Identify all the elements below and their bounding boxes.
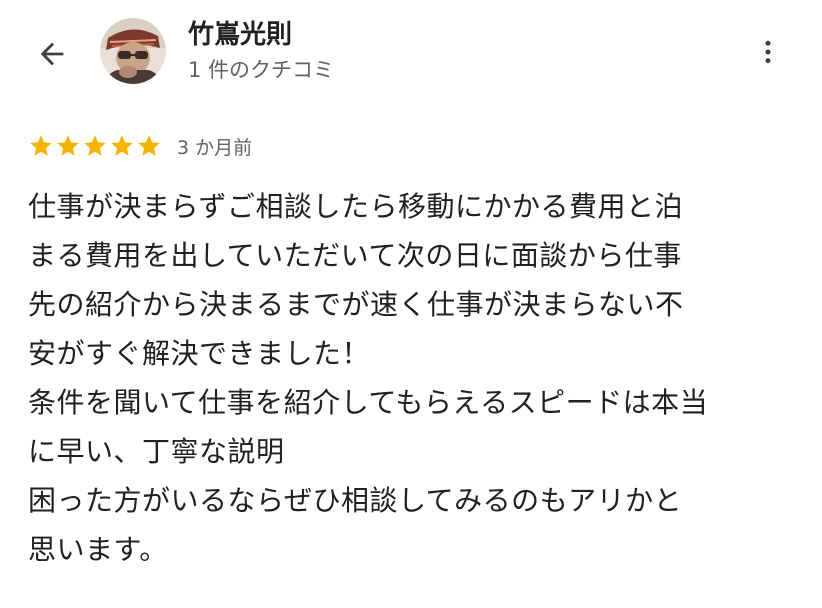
- review-text-line: に早い、丁寧な説明: [28, 435, 285, 468]
- review-text-line: まる費用を出していただいて次の日に面談から仕事: [28, 239, 682, 272]
- review-text-line: 困った方がいるならぜひ相談してみるのもアリかと: [28, 484, 683, 517]
- star-icon: [57, 135, 79, 156]
- avatar-photo: [100, 18, 166, 84]
- star-icon: [84, 135, 106, 156]
- review-text-line: 安がすぐ解決できました！: [28, 337, 371, 370]
- review-date: 3 か月前: [177, 136, 253, 159]
- reviewer-name[interactable]: 竹嶌光則: [188, 18, 292, 52]
- arrow-back-icon: [40, 42, 64, 66]
- more-options-button[interactable]: [744, 28, 792, 76]
- review-header: 竹嶌光則 1 件のクチコミ: [0, 0, 822, 110]
- review-text: 仕事が決まらずご相談したら移動にかかる費用と泊 まる費用を出していただいて次の日に…: [28, 182, 804, 574]
- star-icon: [30, 135, 52, 156]
- review-text-line: 先の紹介から決まるまでが速く仕事が決まらない不: [28, 288, 684, 321]
- back-button[interactable]: [28, 30, 76, 78]
- review-text-line: 条件を聞いて仕事を紹介してもらえるスピードは本当: [28, 386, 709, 419]
- reviewer-review-count[interactable]: 1 件のクチコミ: [188, 56, 334, 84]
- review-text-line: 思います。: [28, 533, 168, 566]
- star-rating: [28, 133, 163, 159]
- review-text-line: 仕事が決まらずご相談したら移動にかかる費用と泊: [28, 190, 683, 223]
- more-vert-icon: [765, 40, 771, 64]
- avatar[interactable]: [100, 18, 166, 84]
- star-icon: [138, 135, 160, 156]
- star-icon: [111, 135, 133, 156]
- rating-row: 3 か月前: [28, 130, 252, 162]
